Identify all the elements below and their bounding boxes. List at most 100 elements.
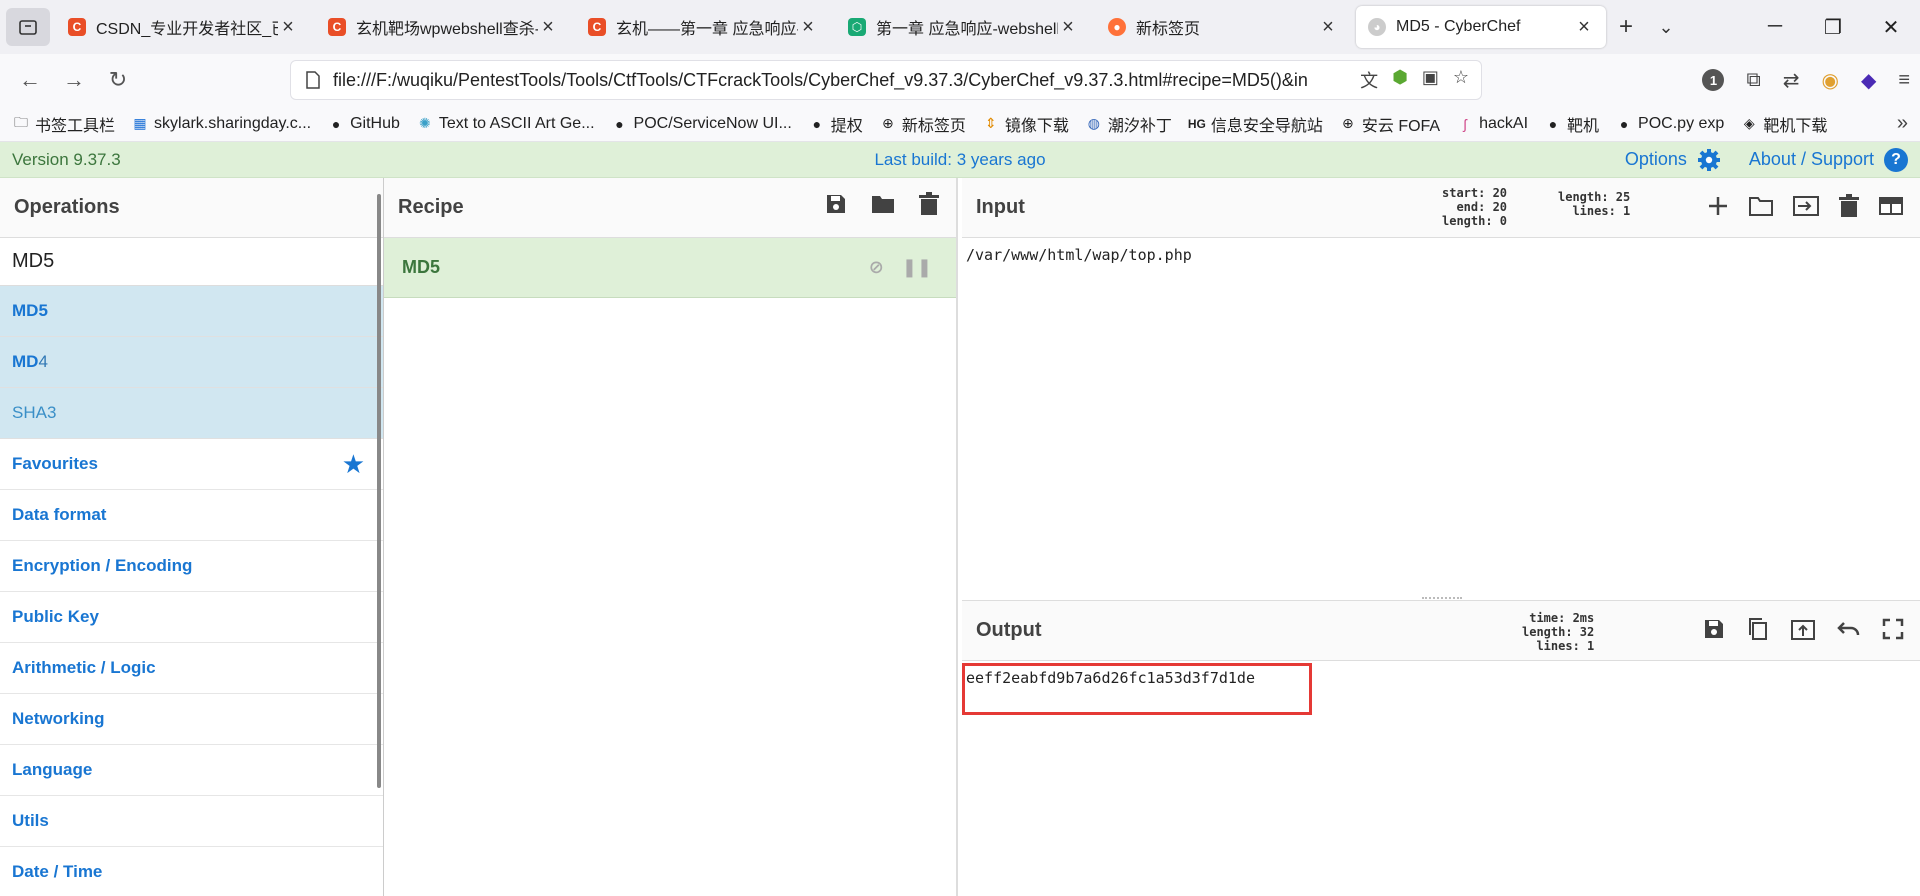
star-icon[interactable]: ★	[342, 449, 365, 480]
layout-reset-icon[interactable]	[1878, 194, 1904, 218]
save-recipe-icon[interactable]	[824, 192, 848, 216]
close-tab-icon[interactable]: ×	[538, 16, 558, 39]
bookmark-item[interactable]: ◍ 潮汐补丁	[1085, 112, 1172, 136]
bookmark-item[interactable]: ● GitHub	[327, 115, 400, 133]
save-output-icon[interactable]	[1702, 617, 1726, 641]
close-tab-icon[interactable]: ×	[1058, 16, 1078, 39]
translate-page-icon[interactable]: ▣	[1422, 67, 1439, 93]
extension-diamond-icon[interactable]: ◆	[1861, 68, 1876, 93]
op-result-md4[interactable]: MD 4	[0, 337, 383, 388]
arrow-right-icon: →	[63, 67, 85, 92]
copy-output-icon[interactable]	[1746, 617, 1770, 641]
bookmark-item[interactable]: ● 靶机	[1544, 112, 1599, 136]
bookmark-item[interactable]: ● POC.py exp	[1615, 115, 1725, 133]
category-public-key[interactable]: Public Key	[0, 592, 383, 643]
clear-input-trash-icon[interactable]	[1838, 194, 1860, 218]
extension-js-icon[interactable]: ⬢	[1392, 67, 1408, 93]
tab-csdn[interactable]: C CSDN_专业开发者社区_已接 ×	[56, 6, 310, 48]
address-bar[interactable]: file:///F:/wuqiku/PentestTools/Tools/Ctf…	[290, 60, 1482, 100]
extensions-puzzle-icon[interactable]: ⧉	[1746, 69, 1760, 92]
minimize-icon[interactable]: ─	[1746, 15, 1804, 40]
tab-xuanji-wp[interactable]: C 玄机靶场wpwebshell查杀- ×	[316, 6, 570, 48]
add-input-plus-icon[interactable]	[1706, 194, 1730, 218]
firefox-icon: ●	[1108, 18, 1126, 36]
input-selection-stats: start: 20 end: 20 length: 0	[1442, 186, 1508, 228]
category-arithmetic-logic[interactable]: Arithmetic / Logic	[0, 643, 383, 694]
extension-avatar-icon[interactable]: ◉	[1821, 68, 1838, 93]
tab-overview-button[interactable]	[6, 8, 50, 46]
list-tabs-button[interactable]: ⌄	[1646, 7, 1686, 47]
about-support-link[interactable]: About / Support	[1749, 149, 1874, 170]
menu-icon[interactable]: ≡	[1898, 69, 1910, 92]
forward-button[interactable]: →	[52, 67, 96, 93]
operations-search-input[interactable]: MD5	[0, 238, 383, 286]
bookmark-item[interactable]: ⊕ 安云 FOFA	[1339, 112, 1440, 136]
folder-icon: 🗀	[14, 113, 28, 130]
recipe-pane: Recipe MD5 ⊘ ❚❚	[384, 178, 958, 896]
close-tab-icon[interactable]: ×	[798, 16, 818, 39]
github-icon: ●	[812, 115, 822, 132]
bookmark-item[interactable]: ✺ Text to ASCII Art Ge...	[416, 115, 595, 133]
close-tab-icon[interactable]: ×	[1574, 16, 1594, 39]
github-icon: ●	[615, 115, 624, 132]
input-textarea[interactable]: /var/www/html/wap/top.php	[962, 238, 1920, 272]
category-encryption-encoding[interactable]: Encryption / Encoding	[0, 541, 383, 592]
new-tab-button[interactable]: +	[1606, 7, 1646, 47]
recipe-operation-md5[interactable]: MD5 ⊘ ❚❚	[384, 238, 956, 298]
category-networking[interactable]: Networking	[0, 694, 383, 745]
bookmark-item[interactable]: ● POC/ServiceNow UI...	[611, 115, 792, 133]
replace-input-with-output-icon[interactable]	[1790, 617, 1816, 641]
category-language[interactable]: Language	[0, 745, 383, 796]
clear-recipe-trash-icon[interactable]	[918, 192, 940, 216]
gear-icon[interactable]	[1697, 148, 1721, 172]
category-date-time[interactable]: Date / Time	[0, 847, 383, 896]
url-text[interactable]: file:///F:/wuqiku/PentestTools/Tools/Ctf…	[333, 70, 1360, 91]
notification-badge-icon[interactable]: 1	[1702, 69, 1725, 91]
category-favourites[interactable]: Favourites ★	[0, 439, 383, 490]
bookmark-item[interactable]: ● 提权	[808, 112, 863, 136]
close-tab-icon[interactable]: ×	[1318, 16, 1338, 39]
undo-icon[interactable]	[1836, 617, 1862, 641]
load-recipe-folder-icon[interactable]	[870, 192, 896, 216]
back-button[interactable]: ←	[8, 67, 52, 93]
bookmark-item[interactable]: ⇕ 镜像下载	[982, 112, 1069, 136]
tab-title: 玄机靶场wpwebshell查杀-	[356, 21, 538, 38]
tab-title: 第一章 应急响应-webshell查	[876, 21, 1058, 38]
bookmark-item[interactable]: ▦ skylark.sharingday.c...	[131, 115, 311, 133]
tab-new-tab-page[interactable]: ● 新标签页 ×	[1096, 6, 1350, 48]
operations-scrollbar[interactable]	[377, 194, 381, 788]
maximize-output-icon[interactable]	[1882, 617, 1904, 641]
category-utils[interactable]: Utils	[0, 796, 383, 847]
plus-icon: +	[1618, 13, 1633, 40]
react-icon: ✺	[419, 115, 431, 131]
bookmark-item[interactable]: ⊕ 新标签页	[879, 112, 966, 136]
tab-xuanji-ch1[interactable]: C 玄机——第一章 应急响应-w ×	[576, 6, 830, 48]
tab-webshell-ch1[interactable]: ⬡ 第一章 应急响应-webshell查 ×	[836, 6, 1090, 48]
tab-cyberchef[interactable]: ◕ MD5 - CyberChef ×	[1356, 6, 1606, 48]
options-link[interactable]: Options	[1625, 149, 1687, 170]
bookmark-item[interactable]: ◈ 靶机下载	[1740, 112, 1827, 136]
csdn-favicon-icon: C	[68, 18, 86, 36]
open-folder-icon[interactable]	[1748, 194, 1774, 218]
bookmark-star-icon[interactable]: ☆	[1453, 67, 1469, 93]
reload-button[interactable]: ↻	[96, 67, 140, 93]
category-data-format[interactable]: Data format	[0, 490, 383, 541]
bookmark-item[interactable]: ʃ hackAI	[1456, 115, 1528, 133]
chevron-double-right-icon[interactable]: »	[1897, 112, 1908, 135]
close-window-icon[interactable]: ✕	[1862, 15, 1920, 40]
close-tab-icon[interactable]: ×	[278, 16, 298, 39]
bookmark-item[interactable]: HG 信息安全导航站	[1188, 112, 1323, 136]
tabs-icon	[19, 20, 37, 35]
translate-extension-icon[interactable]: ⇄	[1783, 68, 1800, 93]
restore-icon[interactable]: ❐	[1804, 15, 1862, 40]
translate-icon[interactable]: 文	[1360, 67, 1378, 93]
input-pane: Input start: 20 end: 20 length: 0 length…	[962, 178, 1920, 598]
target-icon: ◈	[1743, 115, 1755, 131]
disable-operation-icon[interactable]: ⊘	[869, 257, 884, 278]
op-result-md5[interactable]: MD5	[0, 286, 383, 337]
bookmark-item[interactable]: 🗀 书签工具栏	[12, 112, 115, 136]
help-icon[interactable]: ?	[1884, 147, 1908, 172]
pause-breakpoint-icon[interactable]: ❚❚	[902, 257, 932, 278]
op-result-sha3[interactable]: SHA3	[0, 388, 383, 439]
open-file-input-icon[interactable]	[1792, 194, 1820, 218]
